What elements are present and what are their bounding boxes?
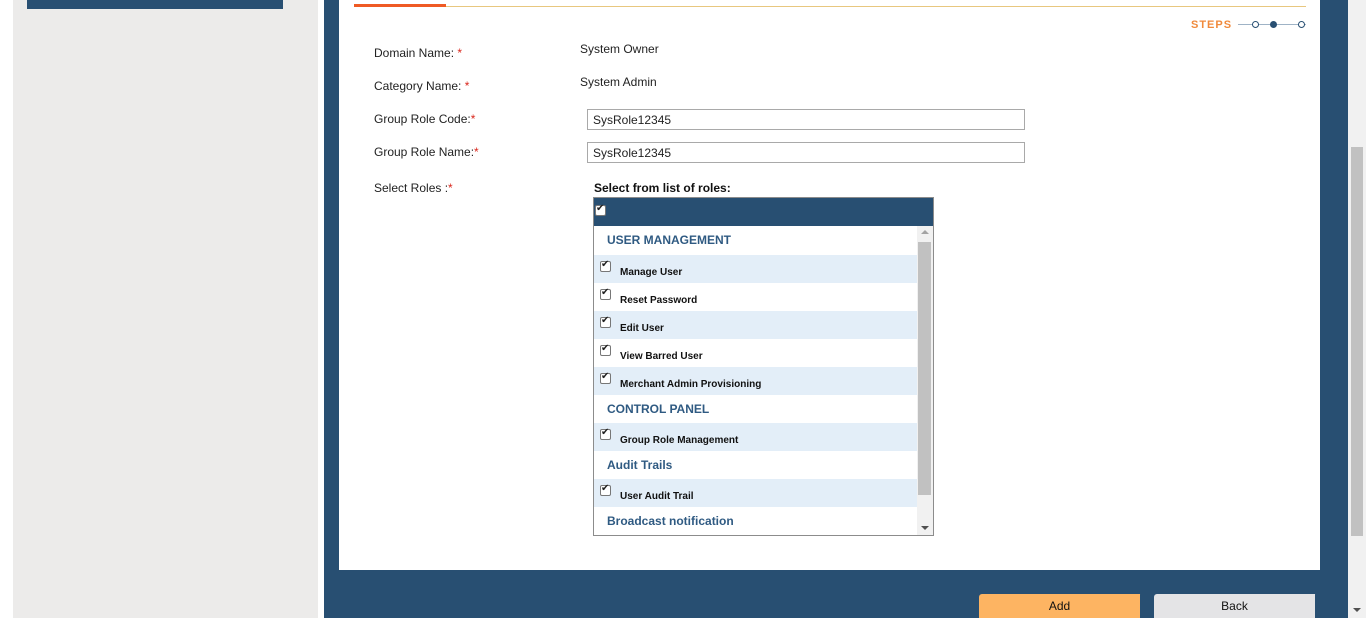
role-label: Merchant Admin Provisioning (620, 379, 762, 390)
steps-label: STEPS (1191, 19, 1233, 31)
role-group-user-management: USER MANAGEMENT (607, 233, 732, 247)
back-button[interactable]: Back (1154, 594, 1318, 618)
step-2-indicator (1270, 21, 1277, 28)
role-item[interactable]: Manage User (594, 255, 917, 283)
role-checkbox[interactable] (600, 371, 611, 384)
sidebar-active-item[interactable] (27, 0, 283, 9)
role-group-audit-trails: Audit Trails (607, 458, 673, 472)
role-checkbox[interactable] (600, 483, 611, 496)
roles-list-scrollbar[interactable] (917, 226, 933, 535)
role-group-control-panel: CONTROL PANEL (607, 402, 710, 416)
select-all-checkbox[interactable] (595, 203, 606, 216)
required-marker: * (464, 79, 470, 93)
roles-list: USER MANAGEMENT Manage User Reset Passwo… (594, 226, 917, 535)
role-label: Edit User (620, 323, 664, 334)
domain-name-value: System Owner (580, 42, 659, 56)
role-label: Manage User (620, 267, 683, 278)
scroll-down-icon[interactable] (921, 526, 929, 530)
category-name-value: System Admin (580, 75, 657, 89)
page-scroll-thumb[interactable] (1351, 147, 1363, 536)
roles-list-title: Select from list of roles: (594, 181, 731, 195)
role-checkbox[interactable] (600, 287, 611, 300)
select-roles-label: Select Roles :* (374, 181, 453, 195)
group-role-code-input[interactable] (587, 109, 1025, 130)
required-marker: * (448, 181, 453, 195)
role-group-broadcast-notification: Broadcast notification (607, 514, 734, 528)
role-item[interactable]: Reset Password (594, 283, 917, 311)
role-checkbox[interactable] (600, 343, 611, 356)
required-marker: * (470, 112, 476, 126)
role-label: Reset Password (620, 295, 698, 306)
roles-list-scroll-thumb[interactable] (918, 242, 931, 495)
page-gutter (0, 0, 13, 618)
scroll-down-icon[interactable] (1353, 608, 1361, 612)
roles-list-header (594, 198, 933, 226)
sidebar (13, 0, 318, 618)
role-item[interactable]: Group Role Management (594, 423, 917, 451)
scroll-up-icon[interactable] (921, 230, 929, 234)
role-item[interactable]: Merchant Admin Provisioning (594, 367, 917, 395)
group-role-name-input[interactable] (587, 142, 1025, 163)
roles-list-box: USER MANAGEMENT Manage User Reset Passwo… (593, 197, 934, 536)
required-marker: * (457, 46, 463, 60)
step-3-indicator (1298, 21, 1305, 28)
role-checkbox[interactable] (600, 315, 611, 328)
role-checkbox[interactable] (600, 427, 611, 440)
category-name-label: Category Name: * (374, 79, 470, 93)
domain-name-label: Domain Name: * (374, 46, 463, 60)
role-item[interactable]: Edit User (594, 311, 917, 339)
wizard-progress-track (354, 6, 1306, 7)
page-scrollbar[interactable] (1348, 0, 1366, 618)
role-label: View Barred User (620, 351, 703, 362)
add-button[interactable]: Add (979, 594, 1143, 618)
wizard-progress-active-tab (354, 4, 446, 7)
role-item[interactable]: View Barred User (594, 339, 917, 367)
group-role-code-label: Group Role Code:* (374, 112, 476, 126)
role-label: Group Role Management (620, 435, 739, 446)
group-role-name-label: Group Role Name:* (374, 145, 479, 159)
step-1-indicator (1252, 21, 1259, 28)
required-marker: * (474, 145, 479, 159)
role-label: User Audit Trail (620, 491, 694, 502)
role-item[interactable]: User Audit Trail (594, 479, 917, 507)
role-checkbox[interactable] (600, 259, 611, 272)
